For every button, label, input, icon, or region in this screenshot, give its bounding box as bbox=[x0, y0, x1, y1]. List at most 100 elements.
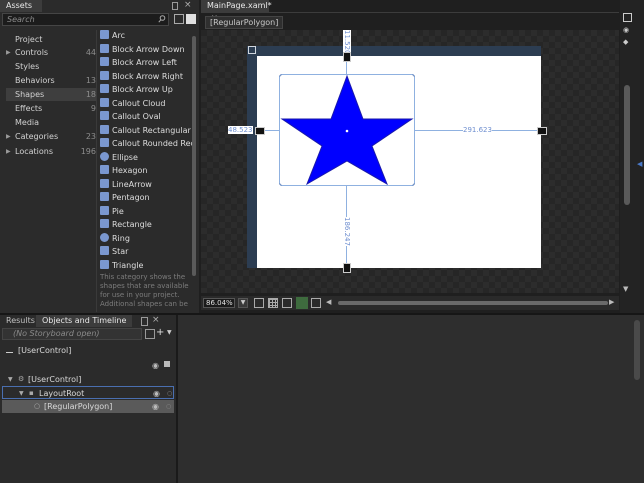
lock-icon[interactable]: ○ bbox=[166, 400, 171, 413]
tree-expand-icon[interactable]: ▼ bbox=[19, 387, 24, 400]
category-item[interactable]: Effects 9 bbox=[6, 102, 96, 115]
tree-node[interactable]: ▼ ⚙ [UserControl] bbox=[2, 373, 174, 386]
close-panel-icon[interactable]: × bbox=[184, 0, 192, 10]
annotations-icon[interactable] bbox=[311, 298, 321, 308]
storyboard-field[interactable]: (No Storyboard open) bbox=[2, 328, 142, 340]
dim-bottom-label: 186.247 bbox=[343, 217, 351, 246]
shape-item[interactable]: Block Arrow Up bbox=[100, 83, 192, 96]
view-toggle-icon[interactable] bbox=[174, 14, 184, 24]
category-item[interactable]: Behaviors 13 bbox=[6, 74, 96, 87]
tab-objects-timeline[interactable]: Objects and Timeline bbox=[36, 315, 133, 327]
artboard-toolbar: 86.04% ▼ ◀ ▶ bbox=[201, 296, 619, 310]
category-item[interactable]: Project bbox=[6, 33, 96, 46]
timeline-divider[interactable] bbox=[176, 315, 178, 483]
shape-item[interactable]: Callout Oval bbox=[100, 110, 192, 123]
grid-icon[interactable] bbox=[268, 298, 278, 308]
timeline-area bbox=[178, 315, 644, 483]
scope-up-icon[interactable] bbox=[6, 346, 13, 353]
tree-expand-icon[interactable]: ▼ bbox=[8, 373, 13, 386]
shape-item[interactable]: LineArrow bbox=[100, 178, 192, 191]
pin-right-icon[interactable] bbox=[537, 127, 547, 135]
shape-item[interactable]: Pie bbox=[100, 205, 192, 218]
shape-label: Triangle bbox=[112, 260, 144, 270]
breadcrumb[interactable]: [RegularPolygon] bbox=[205, 16, 284, 29]
expand-arrow-icon[interactable]: ▶ bbox=[6, 145, 11, 158]
pin-icon[interactable] bbox=[172, 2, 178, 10]
storyboard-menu-icon[interactable]: ▼ bbox=[167, 329, 172, 336]
category-item[interactable]: ▶ Locations 196 bbox=[6, 145, 96, 158]
shape-item[interactable]: Block Arrow Right bbox=[100, 70, 192, 83]
xaml-view-icon[interactable]: ◆ bbox=[623, 38, 632, 47]
category-item[interactable]: Shapes 18 bbox=[6, 88, 96, 101]
shape-item[interactable]: Pentagon bbox=[100, 191, 192, 204]
eye-icon[interactable]: ◉ bbox=[152, 400, 159, 413]
split-view-icon[interactable]: ◉ bbox=[623, 26, 632, 35]
snap-lines-icon[interactable] bbox=[296, 297, 308, 309]
category-count: 23 bbox=[85, 132, 96, 141]
tree-node[interactable]: ○ [RegularPolygon] ◉ ○ bbox=[2, 400, 174, 413]
timeline-vscroll[interactable] bbox=[634, 320, 640, 380]
category-item[interactable]: Styles bbox=[6, 60, 96, 73]
shape-item[interactable]: Ring bbox=[100, 232, 192, 245]
shape-item[interactable]: Star bbox=[100, 245, 192, 258]
shape-item[interactable]: Callout Rounded Rect... bbox=[100, 137, 192, 150]
shape-item[interactable]: Hexagon bbox=[100, 164, 192, 177]
tree-node[interactable]: ▼ ▪ LayoutRoot ◉ ○ bbox=[2, 386, 174, 399]
shape-item[interactable]: Callout Rectangular bbox=[100, 124, 192, 137]
scroll-down-icon[interactable]: ▼ bbox=[623, 285, 628, 293]
category-item[interactable]: ▶ Controls 44 bbox=[6, 46, 96, 59]
shape-label: Callout Rectangular bbox=[112, 125, 191, 135]
eye-all-icon[interactable]: ◉ bbox=[152, 361, 159, 370]
artboard-vscrollbar[interactable] bbox=[624, 85, 630, 205]
design-view-icon[interactable] bbox=[623, 13, 632, 22]
shape-item[interactable]: Arc bbox=[100, 29, 192, 42]
block-arrow-right-icon bbox=[100, 70, 109, 80]
callout-rounded-icon bbox=[100, 138, 109, 147]
tab-mainpage[interactable]: MainPage.xaml* × bbox=[201, 0, 272, 22]
render-effects-icon[interactable] bbox=[254, 298, 264, 308]
scroll-right-icon[interactable]: ▶ bbox=[609, 298, 614, 306]
snap-grid-icon[interactable] bbox=[282, 298, 292, 308]
eye-icon[interactable]: ◉ bbox=[153, 387, 160, 400]
category-item[interactable]: Media bbox=[6, 116, 96, 129]
storyboard-options-icon[interactable] bbox=[145, 329, 155, 339]
star-shape[interactable] bbox=[279, 74, 415, 186]
assets-scrollbar[interactable] bbox=[192, 36, 196, 276]
scroll-left-icon[interactable]: ◀ bbox=[326, 298, 331, 306]
category-item[interactable]: ▶ Categories 23 bbox=[6, 130, 96, 143]
search-input[interactable]: Search bbox=[2, 13, 169, 26]
pin-top-icon[interactable] bbox=[343, 52, 351, 62]
shape-item[interactable]: Callout Cloud bbox=[100, 97, 192, 110]
search-icon[interactable] bbox=[158, 15, 166, 23]
zoom-field[interactable]: 86.04% bbox=[203, 298, 235, 308]
tree-node-label: [UserControl] bbox=[28, 375, 82, 384]
expand-arrow-icon[interactable]: ▶ bbox=[6, 130, 11, 143]
tab-results[interactable]: Results bbox=[0, 315, 41, 327]
shape-item[interactable]: Block Arrow Left bbox=[100, 56, 192, 69]
lock-icon[interactable]: ○ bbox=[167, 387, 172, 400]
shape-item[interactable]: Block Arrow Down bbox=[100, 43, 192, 56]
shape-label: Block Arrow Right bbox=[112, 71, 183, 81]
block-arrow-left-icon bbox=[100, 57, 109, 66]
ring-icon bbox=[100, 232, 109, 242]
artboard-hscroll[interactable] bbox=[338, 301, 608, 305]
zoom-dropdown-icon[interactable]: ▼ bbox=[238, 298, 248, 308]
category-label: Controls bbox=[15, 48, 49, 57]
artboard-area[interactable]: 11.520 48.523 291.623 186.247 bbox=[201, 30, 619, 293]
shape-item[interactable]: Ellipse bbox=[100, 151, 192, 164]
category-label: Project bbox=[15, 35, 43, 44]
add-storyboard-icon[interactable]: + bbox=[156, 327, 164, 338]
expand-arrow-icon[interactable]: ▶ bbox=[6, 46, 11, 59]
list-view-icon[interactable] bbox=[186, 14, 196, 24]
expand-right-icon[interactable]: ◀ bbox=[637, 160, 642, 168]
lock-all-icon[interactable] bbox=[164, 361, 170, 367]
shape-item[interactable]: Triangle bbox=[100, 259, 192, 272]
pin-objects-icon[interactable] bbox=[141, 317, 148, 326]
close-objects-icon[interactable]: × bbox=[152, 315, 160, 325]
pin-bottom-icon[interactable] bbox=[343, 263, 351, 273]
shape-item[interactable]: Rectangle bbox=[100, 218, 192, 231]
shape-label: Callout Rounded Rect... bbox=[112, 139, 192, 148]
pin-left-icon[interactable] bbox=[255, 127, 265, 135]
search-placeholder: Search bbox=[7, 15, 35, 24]
tab-assets[interactable]: Assets bbox=[0, 0, 42, 12]
